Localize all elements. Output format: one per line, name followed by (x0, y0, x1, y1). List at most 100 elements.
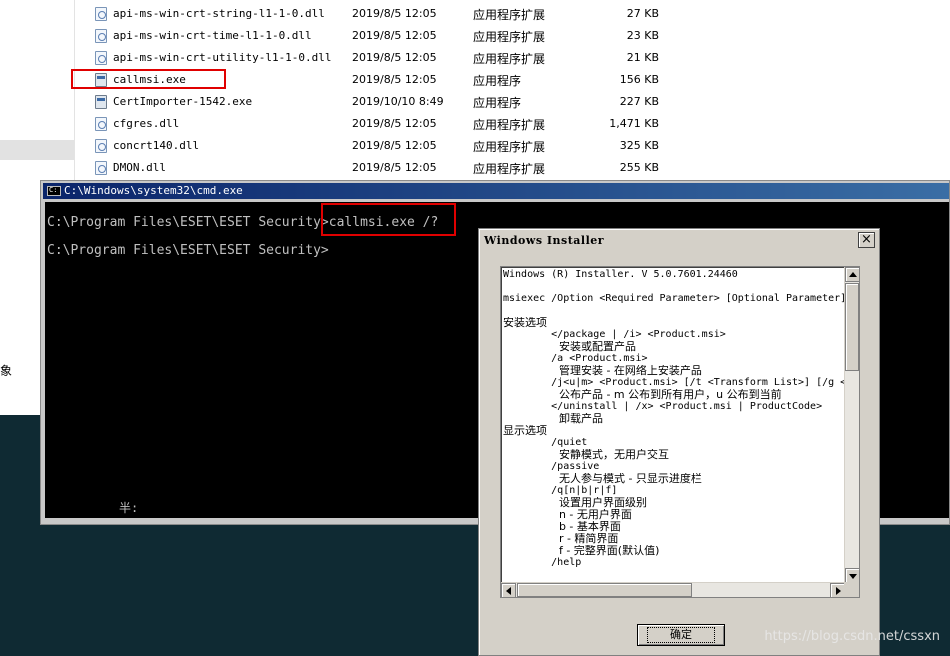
file-type: 应用程序扩展 (473, 118, 546, 132)
dll-icon (95, 29, 107, 43)
help-text-line: 安装或配置产品 (503, 341, 636, 353)
help-text-line: /quiet (503, 437, 588, 448)
nav-pane-selected-item[interactable] (0, 140, 74, 160)
dll-icon (95, 161, 107, 175)
file-size: 156 KB (619, 73, 659, 86)
help-text-line: 安静模式，无用户交互 (503, 449, 669, 461)
dll-icon (95, 51, 107, 65)
scroll-down-button[interactable] (845, 568, 859, 583)
file-size: 227 KB (619, 95, 659, 108)
file-date: 2019/8/5 12:05 (352, 117, 437, 130)
file-size: 21 KB (626, 51, 659, 64)
file-date: 2019/8/5 12:05 (352, 29, 437, 42)
help-text-line: f - 完整界面(默认值) (503, 545, 660, 557)
ok-button[interactable]: 确定 (637, 624, 725, 646)
file-row[interactable]: cfgres.dll 2019/8/5 12:05 应用程序扩展 1,471 KB (75, 113, 950, 135)
help-text-line: 设置用户界面级别 (503, 497, 647, 509)
help-text-line: /passive (503, 461, 600, 472)
file-name: CertImporter-1542.exe (113, 95, 253, 108)
dialog-titlebar[interactable]: Windows Installer × (481, 231, 877, 249)
help-text-line: 无人参与模式 - 只显示进度栏 (503, 473, 702, 485)
arrow-down-icon (849, 574, 857, 579)
cmd-prompt-2: C:\Program Files\ESET\ESET Security> (47, 243, 329, 258)
cmd-title: C:\Windows\system32\cmd.exe (64, 184, 243, 197)
help-text-line: msiexec /Option <Required Parameter> [Op… (503, 293, 845, 304)
dll-icon (95, 117, 107, 131)
file-date: 2019/8/5 12:05 (352, 73, 437, 86)
file-name: callmsi.exe (113, 73, 186, 86)
cmd-line-1: C:\Program Files\ESET\ESET Security>call… (47, 215, 438, 230)
cmd-bottom-fragment: 半: (119, 501, 139, 515)
cmd-line-2: C:\Program Files\ESET\ESET Security> (47, 243, 329, 258)
file-type: 应用程序扩展 (473, 8, 546, 22)
arrow-left-icon (506, 587, 511, 595)
help-text-line: /help (503, 557, 582, 568)
file-date: 2019/8/5 12:05 (352, 7, 437, 20)
file-date: 2019/8/5 12:05 (352, 161, 437, 174)
file-type: 应用程序扩展 (473, 30, 546, 44)
horizontal-scroll-thumb[interactable] (517, 583, 692, 597)
scrollbar-corner (844, 582, 859, 597)
file-list: api-ms-win-crt-string-l1-1-0.dll 2019/8/5… (75, 0, 950, 185)
file-row[interactable]: callmsi.exe 2019/8/5 12:05 应用程序 156 KB (75, 69, 950, 91)
file-type: 应用程序扩展 (473, 52, 546, 66)
file-row[interactable]: CertImporter-1542.exe 2019/10/10 8:49 应用程序… (75, 91, 950, 113)
file-row[interactable]: api-ms-win-crt-utility-l1-1-0.dll 2019/8/… (75, 47, 950, 69)
help-text-line: 卸载产品 (503, 413, 603, 425)
file-row[interactable]: api-ms-win-crt-string-l1-1-0.dll 2019/8/5… (75, 3, 950, 25)
help-text-line: b - 基本界面 (503, 521, 621, 533)
file-name: DMON.dll (113, 161, 166, 174)
vertical-scrollbar[interactable] (844, 267, 859, 583)
exe-icon (95, 95, 107, 109)
help-text-line (503, 281, 845, 293)
dialog-title: Windows Installer (484, 234, 605, 247)
file-type: 应用程序扩展 (473, 140, 546, 154)
file-size: 255 KB (619, 161, 659, 174)
help-text-line: r - 精简界面 (503, 533, 619, 545)
nav-pane-label-fragment: 象 (0, 364, 13, 378)
cmd-command: callmsi.exe /? (328, 215, 439, 230)
help-text-line (503, 305, 845, 317)
arrow-up-icon (849, 272, 857, 277)
windows-installer-dialog[interactable]: Windows Installer × Windows (R) Installe… (478, 228, 880, 656)
vertical-scroll-thumb[interactable] (845, 283, 859, 371)
file-size: 23 KB (626, 29, 659, 42)
file-row[interactable]: DMON.dll 2019/8/5 12:05 应用程序扩展 255 KB (75, 157, 950, 179)
cmd-titlebar[interactable]: C:\Windows\system32\cmd.exe (43, 183, 949, 199)
file-size: 27 KB (626, 7, 659, 20)
cmd-prompt-1: C:\Program Files\ESET\ESET Security> (47, 215, 329, 230)
help-text-line: </package | /i> <Product.msi> (503, 329, 726, 340)
exe-icon (95, 73, 107, 87)
scroll-left-button[interactable] (501, 583, 516, 597)
file-name: concrt140.dll (113, 139, 200, 152)
scroll-right-button[interactable] (830, 583, 845, 597)
help-text-line: 安装选项 (503, 317, 547, 329)
file-type: 应用程序 (473, 74, 522, 88)
file-row[interactable]: concrt140.dll 2019/8/5 12:05 应用程序扩展 325 KB (75, 135, 950, 157)
help-text-line: 管理安装 - 在网络上安装产品 (503, 365, 702, 377)
file-date: 2019/8/5 12:05 (352, 139, 437, 152)
file-date: 2019/10/10 8:49 (352, 95, 444, 108)
file-name: cfgres.dll (113, 117, 180, 130)
horizontal-scrollbar[interactable] (501, 582, 845, 597)
help-text-line: </uninstall | /x> <Product.msi | Product… (503, 401, 823, 412)
help-text-line: Windows (R) Installer. V 5.0.7601.24460 (503, 269, 738, 280)
help-text-line: n - 无用户界面 (503, 509, 632, 521)
file-size: 325 KB (619, 139, 659, 152)
file-type: 应用程序扩展 (473, 162, 546, 176)
help-text-box[interactable]: Windows (R) Installer. V 5.0.7601.24460 m… (500, 266, 860, 598)
cmd-app-icon (47, 186, 61, 196)
arrow-right-icon (836, 587, 841, 595)
file-name: api-ms-win-crt-utility-l1-1-0.dll (113, 51, 332, 64)
help-text-line: /q[n|b|r|f] (503, 485, 618, 496)
scroll-up-button[interactable] (845, 267, 859, 282)
help-text-line: /j<u|m> <Product.msi> [/t <Transform Lis… (503, 377, 845, 388)
file-name: api-ms-win-crt-string-l1-1-0.dll (113, 7, 325, 20)
file-size: 1,471 KB (609, 117, 659, 130)
help-text-line: 公布产品 - m 公布到所有用户，u 公布到当前 (503, 389, 782, 401)
file-date: 2019/8/5 12:05 (352, 51, 437, 64)
file-row[interactable]: api-ms-win-crt-time-l1-1-0.dll 2019/8/5 1… (75, 25, 950, 47)
watermark: https://blog.csdn.net/cssxn (764, 629, 940, 644)
dialog-close-button[interactable]: × (858, 232, 875, 248)
file-type: 应用程序 (473, 96, 522, 110)
